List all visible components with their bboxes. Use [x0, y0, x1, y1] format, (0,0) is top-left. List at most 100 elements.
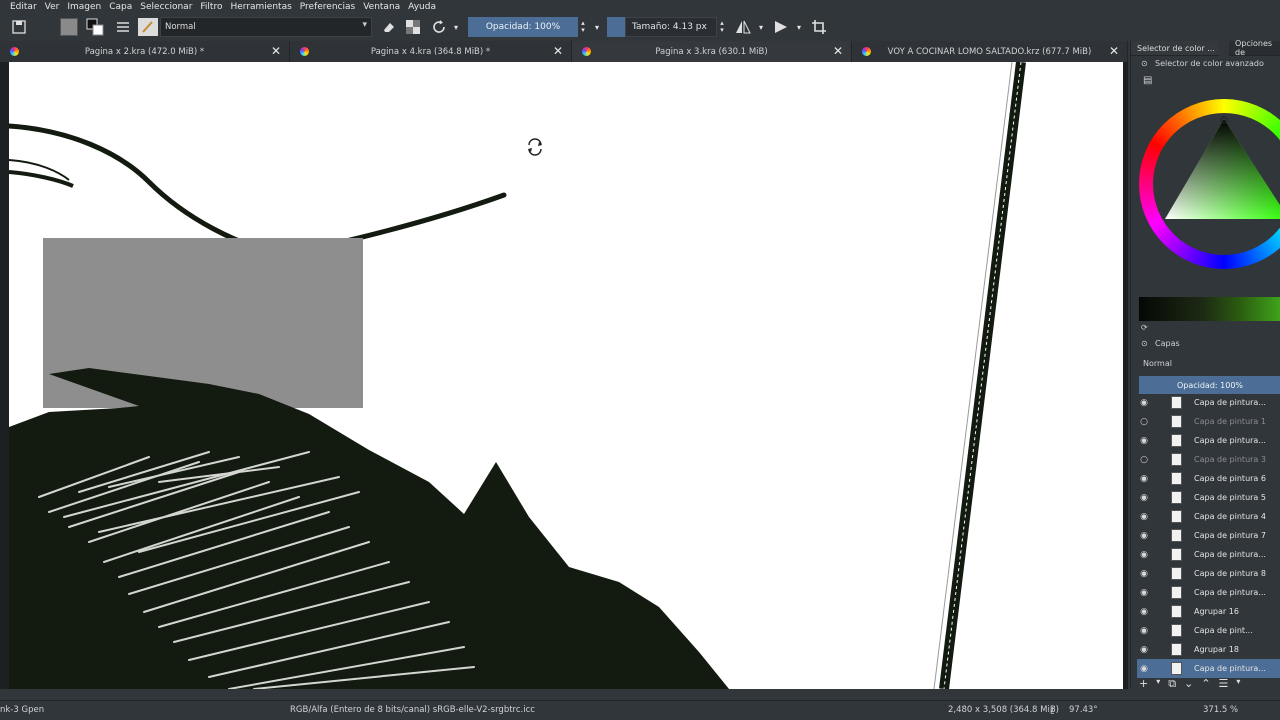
refresh-icon[interactable]: ⟳	[1141, 323, 1148, 332]
move-up-icon[interactable]: ⌃	[1201, 677, 1210, 691]
tab-document-1[interactable]: Pagina x 2.kra (472.0 MiB) * ✕	[0, 41, 290, 62]
eraser-icon[interactable]	[380, 18, 398, 36]
chevron-down-icon[interactable]: ▾	[1156, 677, 1160, 691]
layer-thumbnail	[1171, 491, 1182, 504]
layer-row[interactable]: ◉ Capa de pintura 8	[1137, 564, 1280, 583]
canvas-rotation[interactable]: 97.43°	[1069, 705, 1098, 715]
layer-thumbnail	[1171, 567, 1182, 580]
layer-row[interactable]: ◉ Capa de pintura 7	[1137, 526, 1280, 545]
drawing-canvas[interactable]	[9, 62, 1123, 689]
layers-docker-icon: ⊙	[1141, 339, 1148, 348]
layer-row[interactable]: ◉ Agrupar 16	[1137, 602, 1280, 621]
layer-name: Agrupar 18	[1194, 645, 1239, 654]
eye-icon[interactable]: ◉	[1137, 626, 1151, 636]
preserve-alpha-icon[interactable]	[404, 18, 422, 36]
close-icon[interactable]: ✕	[553, 44, 563, 58]
layer-actions: + ▾ ⧉ ⌄ ⌃ ☰ ▾	[1139, 677, 1280, 691]
eye-icon[interactable]: ◉	[1137, 474, 1151, 484]
eye-icon[interactable]: ◉	[1137, 588, 1151, 598]
menu-imagen[interactable]: Imagen	[63, 2, 105, 12]
size-slider[interactable]: Tamaño: 4.13 px	[625, 17, 717, 37]
opacity-spin-icon[interactable]: ▴ ▾	[578, 18, 588, 36]
eye-hidden-icon[interactable]: ○	[1137, 417, 1151, 427]
menu-herramientas[interactable]: Herramientas	[226, 2, 295, 12]
layer-row[interactable]: ○ Capa de pintura 1	[1137, 412, 1280, 431]
layer-properties-icon[interactable]: ☰	[1219, 677, 1229, 691]
eye-icon[interactable]: ◉	[1137, 436, 1151, 446]
add-layer-icon[interactable]: +	[1139, 677, 1148, 691]
brush-settings-icon[interactable]	[114, 18, 132, 36]
chevron-down-icon[interactable]: ▾	[756, 18, 766, 36]
eye-hidden-icon[interactable]: ○	[1137, 455, 1151, 465]
chevron-down-icon[interactable]: ▾	[592, 18, 602, 36]
color-wheel[interactable]	[1139, 99, 1280, 269]
menu-ver[interactable]: Ver	[41, 2, 64, 12]
menu-capa[interactable]: Capa	[105, 2, 136, 12]
eye-icon[interactable]: ◉	[1137, 531, 1151, 541]
krita-icon	[582, 47, 591, 56]
layer-row[interactable]: ◉ Agrupar 18	[1137, 640, 1280, 659]
color-history-strip[interactable]	[1139, 297, 1280, 321]
tab-tool-options[interactable]: Opciones de	[1229, 39, 1280, 57]
layer-row[interactable]: ◉ Capa de pintura 4	[1137, 507, 1280, 526]
brush-preset-icon[interactable]	[138, 18, 158, 36]
menu-seleccionar[interactable]: Seleccionar	[136, 2, 196, 12]
tab-document-2[interactable]: Pagina x 4.kra (364.8 MiB) * ✕	[290, 41, 572, 62]
menu-ventana[interactable]: Ventana	[359, 2, 404, 12]
move-down-icon[interactable]: ⌄	[1184, 677, 1193, 691]
chevron-down-icon[interactable]: ▾	[1236, 677, 1240, 691]
close-icon[interactable]: ✕	[833, 44, 843, 58]
menu-ayuda[interactable]: Ayuda	[404, 2, 440, 12]
opacity-slider[interactable]: Opacidad: 100%	[468, 17, 578, 37]
mirror-horizontal-icon[interactable]	[734, 18, 752, 36]
layer-row[interactable]: ◉ Capa de pintura 5	[1137, 488, 1280, 507]
duplicate-layer-icon[interactable]: ⧉	[1168, 677, 1176, 691]
layer-row[interactable]: ◉ Capa de pintura...	[1137, 393, 1280, 412]
layer-opacity-slider[interactable]: Opacidad: 100%	[1139, 376, 1280, 394]
layer-row[interactable]: ◉ Capa de pintura...	[1137, 659, 1280, 678]
close-icon[interactable]: ✕	[271, 44, 281, 58]
blend-mode-select[interactable]: Normal ▾	[160, 17, 372, 37]
tab-color-selector[interactable]: Selector de color ...	[1131, 41, 1219, 56]
eye-icon[interactable]: ◉	[1137, 512, 1151, 522]
eye-icon[interactable]: ◉	[1137, 645, 1151, 655]
mirror-vertical-icon[interactable]	[772, 18, 790, 36]
layer-blend-mode[interactable]: Normal	[1143, 359, 1172, 368]
close-icon[interactable]: ✕	[1109, 44, 1119, 58]
reload-preset-icon[interactable]	[430, 18, 448, 36]
eye-icon[interactable]: ◉	[1137, 569, 1151, 579]
layer-name: Capa de pintura...	[1194, 436, 1266, 445]
layer-thumbnail	[1171, 434, 1182, 447]
size-spin-icon[interactable]: ▴ ▾	[717, 18, 727, 36]
settings-icon[interactable]: ▤	[1143, 75, 1152, 86]
size-slider-fill[interactable]	[607, 17, 625, 37]
eye-icon[interactable]: ◉	[1137, 664, 1151, 674]
layer-row[interactable]: ◉ Capa de pintura...	[1137, 583, 1280, 602]
layer-row[interactable]: ◉ Capa de pintura...	[1137, 431, 1280, 450]
eye-icon[interactable]: ◉	[1137, 493, 1151, 503]
layer-row[interactable]: ◉ Capa de pint...	[1137, 621, 1280, 640]
layer-thumbnail	[1171, 529, 1182, 542]
fg-bg-color-icon[interactable]	[86, 18, 104, 36]
layer-thumbnail	[1171, 624, 1182, 637]
rotate-cursor-icon	[528, 138, 542, 156]
krita-icon	[862, 47, 871, 56]
eye-icon[interactable]: ◉	[1137, 550, 1151, 560]
zoom-level[interactable]: 371.5 %	[1203, 705, 1238, 715]
eye-icon[interactable]: ◉	[1137, 398, 1151, 408]
wrap-around-icon[interactable]	[810, 18, 828, 36]
layer-row[interactable]: ◉ Capa de pintura...	[1137, 545, 1280, 564]
menu-preferencias[interactable]: Preferencias	[296, 2, 359, 12]
menu-filtro[interactable]: Filtro	[196, 2, 226, 12]
menu-editar[interactable]: Editar	[6, 2, 41, 12]
foreground-color-swatch[interactable]	[60, 18, 78, 36]
layer-row[interactable]: ○ Capa de pintura 3	[1137, 450, 1280, 469]
layer-row[interactable]: ◉ Capa de pintura 6	[1137, 469, 1280, 488]
chevron-down-icon[interactable]: ▾	[794, 18, 804, 36]
tab-document-3[interactable]: Pagina x 3.kra (630.1 MiB) ✕	[572, 41, 852, 62]
eye-icon[interactable]: ◉	[1137, 607, 1151, 617]
save-icon[interactable]	[10, 18, 28, 36]
tab-document-4[interactable]: VOY A COCINAR LOMO SALTADO.krz (677.7 Mi…	[852, 41, 1128, 62]
layer-name: Capa de pintura...	[1194, 398, 1266, 407]
chevron-down-icon[interactable]: ▾	[450, 18, 462, 36]
